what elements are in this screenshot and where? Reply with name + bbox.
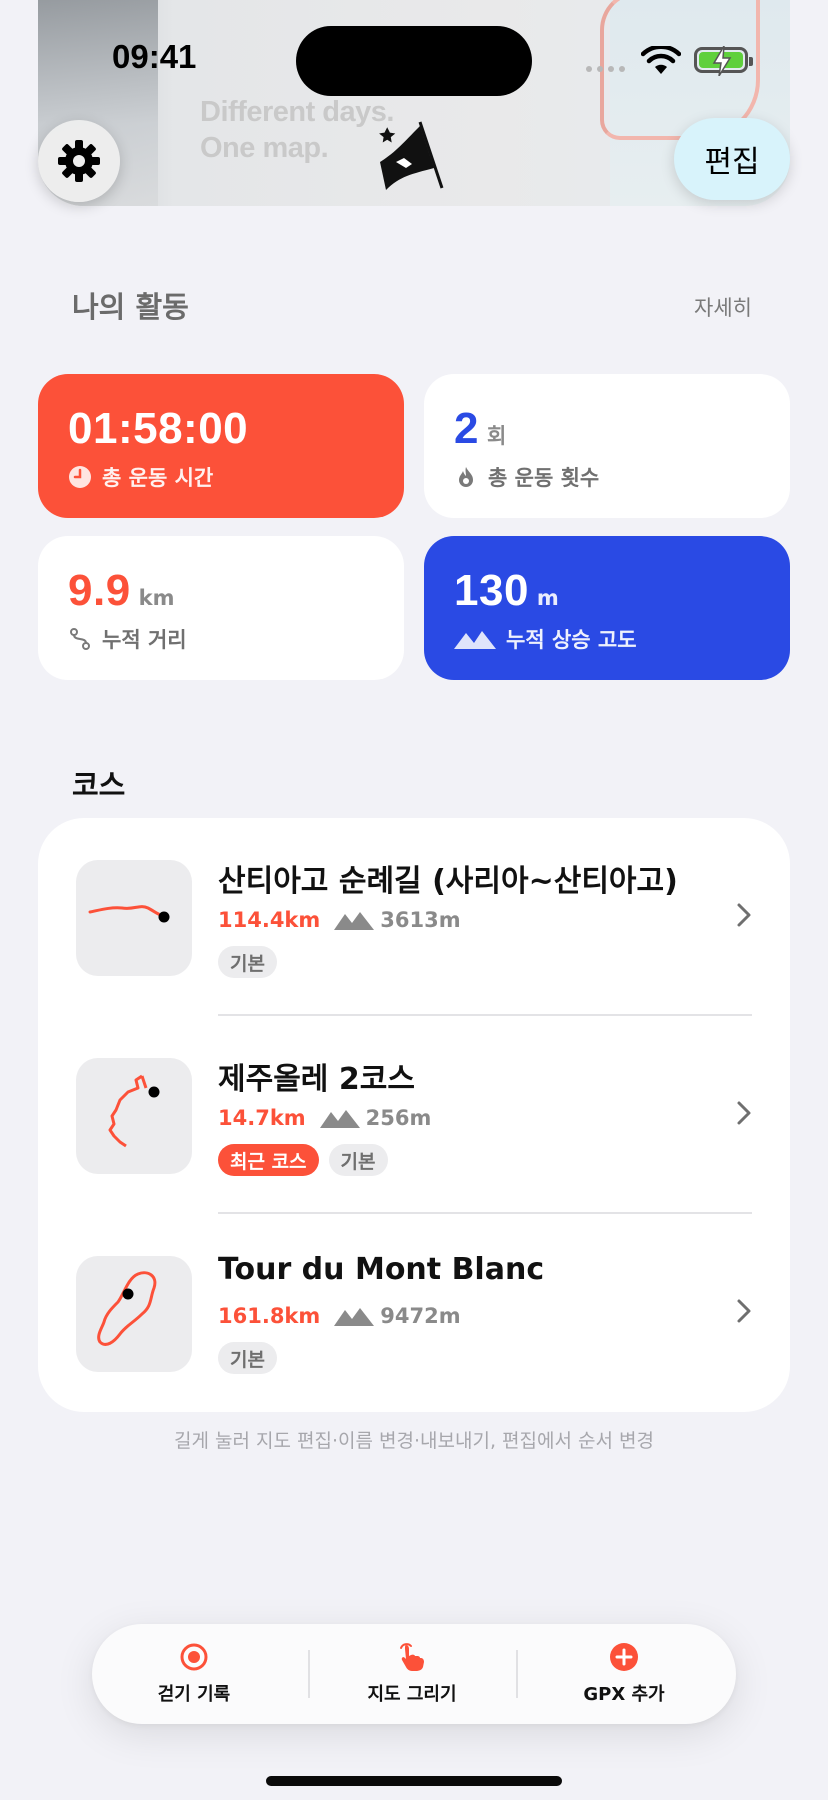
course-route-thumbnail (76, 1256, 192, 1372)
chevron-right-icon (737, 1101, 751, 1125)
tag-recent: 최근 코스 (218, 1144, 319, 1176)
stat-unit: km (138, 586, 175, 610)
home-indicator[interactable] (266, 1776, 562, 1786)
stat-label: 누적 상승 고도 (506, 628, 637, 652)
course-distance: 14.7km (218, 1106, 306, 1130)
course-meta: 14.7km 256m (218, 1106, 431, 1130)
stat-card-total-ascent[interactable]: 130 m 누적 상승 고도 (424, 536, 790, 680)
course-item-santiago[interactable]: 산티아고 순례길 (사리아~산티아고) 114.4km 3613m 기본 (38, 818, 790, 1016)
stat-value: 2 (454, 404, 479, 453)
record-walk-button[interactable]: 걷기 기록 (94, 1624, 294, 1724)
stat-card-workout-count[interactable]: 2 회 총 운동 횟수 (424, 374, 790, 518)
mountains-icon (454, 631, 496, 649)
add-gpx-button[interactable]: GPX 추가 (524, 1624, 724, 1724)
route-icon (70, 628, 90, 650)
dynamic-island (296, 26, 532, 96)
course-name: 제주올레 2코스 (218, 1062, 415, 1097)
flag-logo-icon (379, 121, 444, 190)
stat-card-total-time[interactable]: 01:58:00 총 운동 시간 (38, 374, 404, 518)
stat-label: 총 운동 시간 (102, 466, 214, 490)
course-item-jeju-olle-2[interactable]: 제주올레 2코스 14.7km 256m 최근 코스 기본 (38, 1016, 790, 1214)
stat-card-total-distance[interactable]: 9.9 km 누적 거리 (38, 536, 404, 680)
tagline-line-1: Different days. (200, 96, 394, 128)
tag-default: 기본 (218, 946, 277, 978)
course-meta: 114.4km 3613m (218, 908, 461, 932)
course-route-thumbnail (76, 1058, 192, 1174)
bar-separator (308, 1650, 310, 1698)
tagline-line-2: One map. (200, 132, 329, 164)
course-tags: 기본 (218, 946, 277, 978)
stat-unit: 회 (486, 424, 507, 448)
chevron-right-icon (737, 903, 751, 927)
flame-icon (459, 467, 473, 487)
bar-label: 지도 그리기 (367, 1684, 457, 1705)
banner-tagline: Different days. One map. (200, 94, 394, 166)
course-list: 산티아고 순례길 (사리아~산티아고) 114.4km 3613m 기본 제주올… (38, 818, 790, 1412)
edit-button[interactable]: 편집 (674, 118, 790, 200)
bottom-action-bar: 걷기 기록 지도 그리기 GPX 추가 (92, 1624, 736, 1724)
course-name: 산티아고 순례길 (사리아~산티아고) (218, 864, 678, 899)
settings-button[interactable] (38, 120, 120, 202)
course-name: Tour du Mont Blanc (218, 1252, 545, 1287)
gear-icon (58, 140, 100, 182)
stat-label: 총 운동 횟수 (488, 466, 600, 490)
record-icon (180, 1643, 208, 1671)
draw-map-button[interactable]: 지도 그리기 (312, 1624, 512, 1724)
battery-icon (694, 46, 753, 76)
course-tags: 기본 (218, 1342, 277, 1374)
stat-unit: m (536, 586, 559, 610)
course-tags: 최근 코스 기본 (218, 1144, 388, 1176)
mountains-icon (334, 912, 375, 930)
activity-title: 나의 활동 (72, 290, 189, 324)
mountains-icon (319, 1110, 360, 1128)
courses-title: 코스 (72, 768, 126, 802)
clock-icon (69, 466, 91, 488)
bar-label: 걷기 기록 (157, 1684, 231, 1705)
stat-value: 9.9 (68, 566, 131, 615)
course-distance: 114.4km (218, 908, 321, 932)
status-time: 09:41 (112, 38, 197, 75)
course-ascent: 9472m (380, 1304, 461, 1328)
course-hint-text: 길게 눌러 지도 편집·이름 변경·내보내기, 편집에서 순서 변경 (174, 1430, 654, 1452)
hand-draw-icon (400, 1643, 424, 1671)
course-ascent: 3613m (380, 908, 461, 932)
stat-value: 130 (454, 566, 529, 615)
course-route-thumbnail (76, 860, 192, 976)
course-ascent: 256m (365, 1106, 432, 1130)
mountains-icon (334, 1308, 375, 1326)
cellular-signal-icon (586, 66, 625, 72)
bar-label: GPX 추가 (583, 1684, 665, 1705)
wifi-icon (641, 46, 681, 74)
activity-detail-link[interactable]: 자세히 (694, 292, 752, 322)
chevron-right-icon (737, 1299, 751, 1323)
bar-separator (516, 1650, 518, 1698)
tag-default: 기본 (218, 1342, 277, 1374)
course-distance: 161.8km (218, 1304, 321, 1328)
stat-value: 01:58:00 (68, 404, 249, 453)
stat-label: 누적 거리 (102, 628, 187, 652)
course-meta: 161.8km 9472m (218, 1304, 461, 1328)
tag-default: 기본 (328, 1144, 388, 1176)
plus-circle-icon (610, 1643, 638, 1671)
course-item-mont-blanc[interactable]: Tour du Mont Blanc 161.8km 9472m 기본 (38, 1214, 790, 1412)
